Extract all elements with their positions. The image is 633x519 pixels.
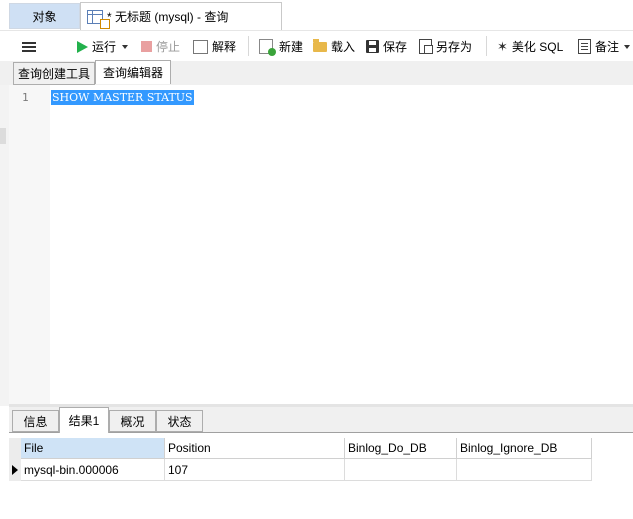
- grid-corner: [9, 438, 21, 459]
- tab-query-builder-label: 查询创建工具: [17, 67, 90, 81]
- column-header-binlog-ignore-db[interactable]: Binlog_Ignore_DB: [457, 438, 592, 459]
- save-icon: [366, 40, 379, 53]
- tab-query[interactable]: * 无标题 (mysql) - 查询: [80, 2, 282, 30]
- menu-button[interactable]: [22, 31, 40, 62]
- note-button[interactable]: 备注: [578, 31, 631, 62]
- new-button[interactable]: 新建: [259, 31, 303, 62]
- sql-statement[interactable]: SHOW MASTER STATUS: [51, 90, 194, 105]
- chevron-down-icon[interactable]: [122, 44, 129, 49]
- tab-info-label: 信息: [23, 414, 48, 429]
- tab-query-label: * 无标题 (mysql) - 查询: [107, 10, 229, 24]
- chevron-down-icon[interactable]: [624, 44, 631, 49]
- new-label: 新建: [279, 40, 304, 54]
- save-label: 保存: [383, 40, 408, 54]
- note-label: 备注: [595, 40, 620, 54]
- current-row-indicator[interactable]: [9, 459, 21, 481]
- tab-overview-label: 概况: [120, 414, 145, 429]
- table-cell-file[interactable]: mysql-bin.000006: [21, 459, 165, 481]
- save-as-label: 另存为: [436, 40, 473, 54]
- toolbar-divider: [248, 36, 249, 56]
- play-icon: [77, 40, 88, 53]
- line-number-gutter: [9, 85, 50, 406]
- column-header-file[interactable]: File: [21, 438, 165, 459]
- tab-objects[interactable]: 对象: [9, 3, 80, 29]
- save-button[interactable]: 保存: [366, 31, 407, 62]
- beautify-sql-button[interactable]: ✶ 美化 SQL: [497, 31, 563, 62]
- run-button[interactable]: 运行: [77, 31, 129, 62]
- line-number: 1: [22, 91, 29, 104]
- tab-overview[interactable]: 概况: [109, 410, 156, 432]
- tab-result1[interactable]: 结果1: [59, 407, 109, 433]
- toolbar-divider: [486, 36, 487, 56]
- tab-status[interactable]: 状态: [156, 410, 203, 432]
- tab-query-editor[interactable]: 查询编辑器: [95, 60, 171, 84]
- query-toolbar: 运行 停止 解释 新建 载入 保存 另存为 ✶ 美化 SQL 备注: [0, 30, 633, 62]
- row-pointer-icon: [12, 465, 18, 475]
- table-cell-binlog-ignore-db[interactable]: [457, 459, 592, 481]
- sql-editor[interactable]: [9, 85, 633, 406]
- beautify-sql-label: 美化 SQL: [511, 40, 564, 54]
- explain-icon: [193, 39, 208, 54]
- tab-result1-label: 结果1: [68, 414, 100, 428]
- tab-query-builder[interactable]: 查询创建工具: [13, 62, 95, 85]
- query-table-icon: [87, 9, 110, 29]
- tab-info[interactable]: 信息: [12, 410, 59, 432]
- table-cell-binlog-do-db[interactable]: [345, 459, 457, 481]
- tab-objects-label: 对象: [32, 9, 57, 24]
- load-label: 载入: [331, 40, 356, 54]
- magic-wand-icon: ✶: [497, 38, 508, 54]
- stop-label: 停止: [156, 40, 181, 54]
- save-as-icon: [419, 39, 433, 54]
- explain-label: 解释: [212, 40, 237, 54]
- tab-status-label: 状态: [167, 414, 192, 429]
- column-header-binlog-do-db[interactable]: Binlog_Do_DB: [345, 438, 457, 459]
- save-as-button[interactable]: 另存为: [419, 31, 472, 62]
- folder-icon: [313, 38, 327, 52]
- stop-icon: [141, 41, 152, 52]
- column-header-position[interactable]: Position: [165, 438, 345, 459]
- tab-query-editor-label: 查询编辑器: [102, 66, 163, 80]
- load-button[interactable]: 载入: [313, 31, 355, 62]
- stop-button[interactable]: 停止: [141, 31, 180, 62]
- run-label: 运行: [92, 40, 117, 54]
- new-query-icon: [259, 39, 276, 56]
- explain-button[interactable]: 解释: [193, 31, 236, 62]
- hamburger-icon: [22, 41, 36, 52]
- note-icon: [578, 39, 591, 54]
- panel-collapse-handle[interactable]: [0, 128, 6, 144]
- table-cell-position[interactable]: 107: [165, 459, 345, 481]
